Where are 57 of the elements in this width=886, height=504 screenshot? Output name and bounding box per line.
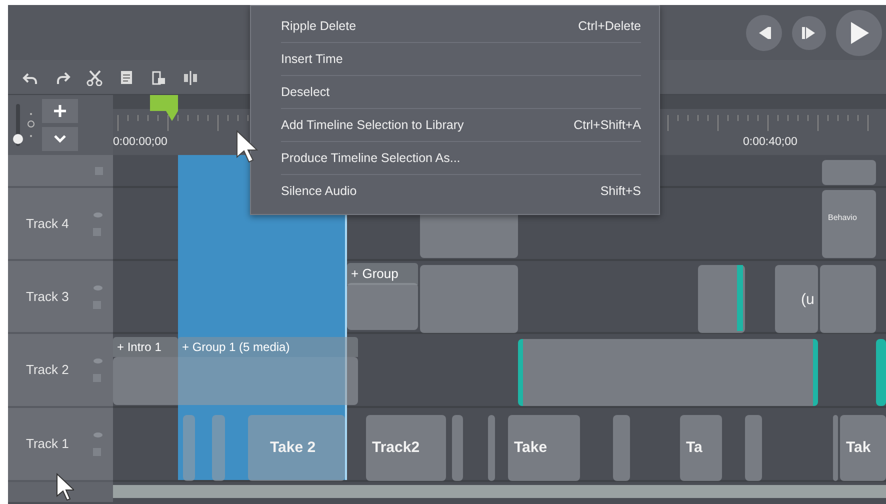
timecode: 0:00:40;00 [743,135,798,150]
eye-icon [93,284,103,290]
clip [876,339,886,406]
audio-clip [183,415,195,481]
group-title: + Intro 1 [113,337,178,357]
clip-title: Take [514,438,548,458]
play-button[interactable] [836,10,882,56]
zoom-slider-thumb[interactable] [13,134,23,144]
menu-item[interactable]: Ripple Delete [281,16,356,36]
group-clip [347,283,418,330]
eye-icon [93,358,103,364]
clip [820,265,876,333]
eye-icon [93,432,103,438]
step-forward-icon [801,24,817,40]
group-title: + Group [347,263,418,284]
clip-title: Ta [686,438,702,458]
split-icon [182,68,198,86]
plus-icon [54,105,66,117]
menu-item[interactable]: Add Timeline Selection to Library [281,116,464,134]
collapse-button[interactable] [42,127,78,151]
shortcut-label: Ctrl+Delete [578,18,641,35]
chevron-down-icon [54,135,66,143]
menu-item[interactable]: Deselect [281,82,330,102]
menu-item[interactable]: Insert Time [281,50,343,68]
play-icon [848,20,870,44]
audio-clip [833,415,838,481]
scrollbar[interactable] [113,485,886,498]
menu-item[interactable]: Silence Audio [281,182,357,201]
clip-title: Behavio [828,212,857,224]
audio-clip [488,415,495,481]
audio-clip [745,415,762,481]
timecode: 0:00:00;00 [113,135,168,150]
clip-title: Tak [846,438,871,458]
audio-clip [452,415,463,481]
clip-title: (u [801,290,814,310]
clip-title: Track2 [372,438,420,458]
cursor-icon [236,130,258,164]
cursor-icon [56,473,74,501]
paste-icon [150,68,166,86]
shortcut-label: Ctrl+Shift+A [574,116,641,134]
step-forward-button[interactable] [792,16,826,50]
track-name: Track 1 [26,435,69,454]
step-back-button[interactable] [746,14,782,50]
clip-title: Take 2 [270,438,316,458]
menu-item[interactable]: Produce Timeline Selection As... [281,148,460,168]
clip [822,160,876,185]
scissors-icon [86,68,102,86]
add-track-button[interactable] [42,99,78,123]
track-name: Track 2 [26,361,69,380]
eye-icon [93,212,103,218]
track-name: Track 4 [26,214,69,233]
group-title: + Group 1 (5 media) [178,337,358,357]
magnifier-icon [26,110,36,140]
audio-clip [212,415,225,481]
audio-clip [613,415,630,481]
track-name: Track 3 [26,288,69,306]
shortcut-label: Shift+S [600,183,641,200]
